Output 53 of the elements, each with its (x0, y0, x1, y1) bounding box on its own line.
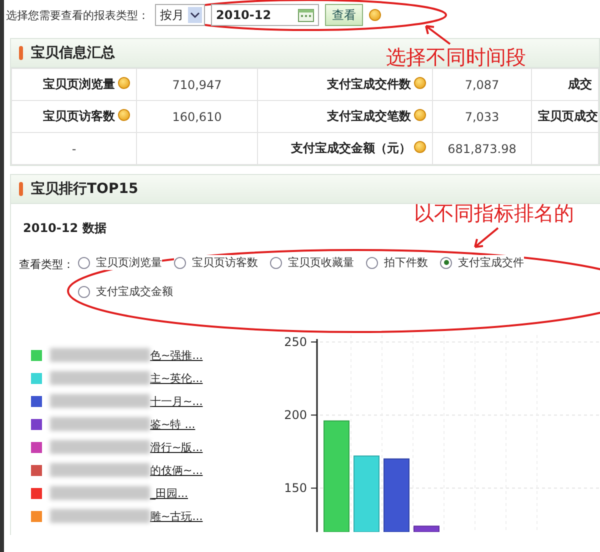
table-cell: - (12, 132, 136, 164)
table-cell: 681,873.98 (432, 132, 532, 164)
radio-option[interactable]: 支付宝成交件 (440, 255, 524, 270)
axis-tick-label: 250 (284, 335, 307, 349)
axis-tick-label: 150 (284, 481, 307, 496)
period-select[interactable]: 按月 (155, 4, 205, 26)
header-marker-icon (19, 46, 23, 60)
item-link[interactable]: 的伎俩~... (150, 462, 203, 478)
table-cell: 成交 (532, 68, 598, 100)
radio-option[interactable]: 拍下件数 (366, 255, 428, 270)
item-link[interactable]: 雕~古玩... (150, 508, 203, 524)
radio-option[interactable]: 宝贝页浏览量 (78, 255, 162, 270)
caret-icon (188, 7, 202, 23)
bar (414, 526, 440, 532)
table-cell: 7,033 (432, 100, 532, 132)
data-period-title: 2010-12 数据 (23, 220, 108, 237)
help-icon[interactable] (414, 109, 426, 121)
annotation-arrow (472, 226, 500, 250)
item-link[interactable]: 鉴~特 ... (150, 416, 196, 432)
table-cell: 710,947 (136, 68, 258, 100)
annotation-text: 以不同指标排名的 (414, 200, 574, 227)
radio-option[interactable]: 宝贝页收藏量 (270, 255, 354, 270)
filter-label: 选择您需要查看的报表类型： (6, 8, 149, 22)
radio-option[interactable]: 支付宝成交金额 (78, 284, 173, 299)
help-icon[interactable] (118, 77, 130, 89)
item-link[interactable]: 主~英伦... (150, 370, 203, 386)
table-cell: 宝贝页浏览量 (12, 68, 136, 100)
table-cell: 宝贝页访客数 (12, 100, 136, 132)
header-marker-icon (19, 182, 23, 196)
item-link[interactable]: 滑行~版... (150, 440, 203, 454)
radio-option[interactable]: 宝贝页访客数 (174, 255, 258, 270)
table-cell: 7,087 (432, 68, 532, 100)
section-title: 宝贝排行TOP15 (31, 180, 138, 198)
axis-tick-label: 200 (284, 408, 307, 422)
view-button[interactable]: 查看 (325, 4, 363, 26)
annotation-arrow (422, 22, 452, 46)
table-cell: 支付宝成交金额（元） (258, 132, 432, 164)
section-title: 宝贝信息汇总 (31, 44, 115, 62)
help-icon[interactable] (414, 141, 426, 153)
view-type-label: 查看类型： (19, 257, 74, 273)
help-icon[interactable] (118, 109, 130, 121)
table-cell: 支付宝成交笔数 (258, 100, 432, 132)
table-cell: 支付宝成交件数 (258, 68, 432, 100)
annotation-text: 选择不同时间段 (386, 44, 526, 71)
help-icon[interactable] (414, 77, 426, 89)
item-link[interactable]: _田园... (150, 486, 188, 500)
calendar-icon (298, 8, 314, 22)
item-link[interactable]: 十一月~... (150, 394, 203, 408)
help-icon[interactable] (369, 9, 381, 21)
table-cell: 宝贝页成交 (532, 100, 598, 132)
date-field[interactable]: 2010-12 (211, 4, 319, 26)
item-link[interactable]: 色~强推... (150, 348, 203, 362)
table-cell: 160,610 (136, 100, 258, 132)
